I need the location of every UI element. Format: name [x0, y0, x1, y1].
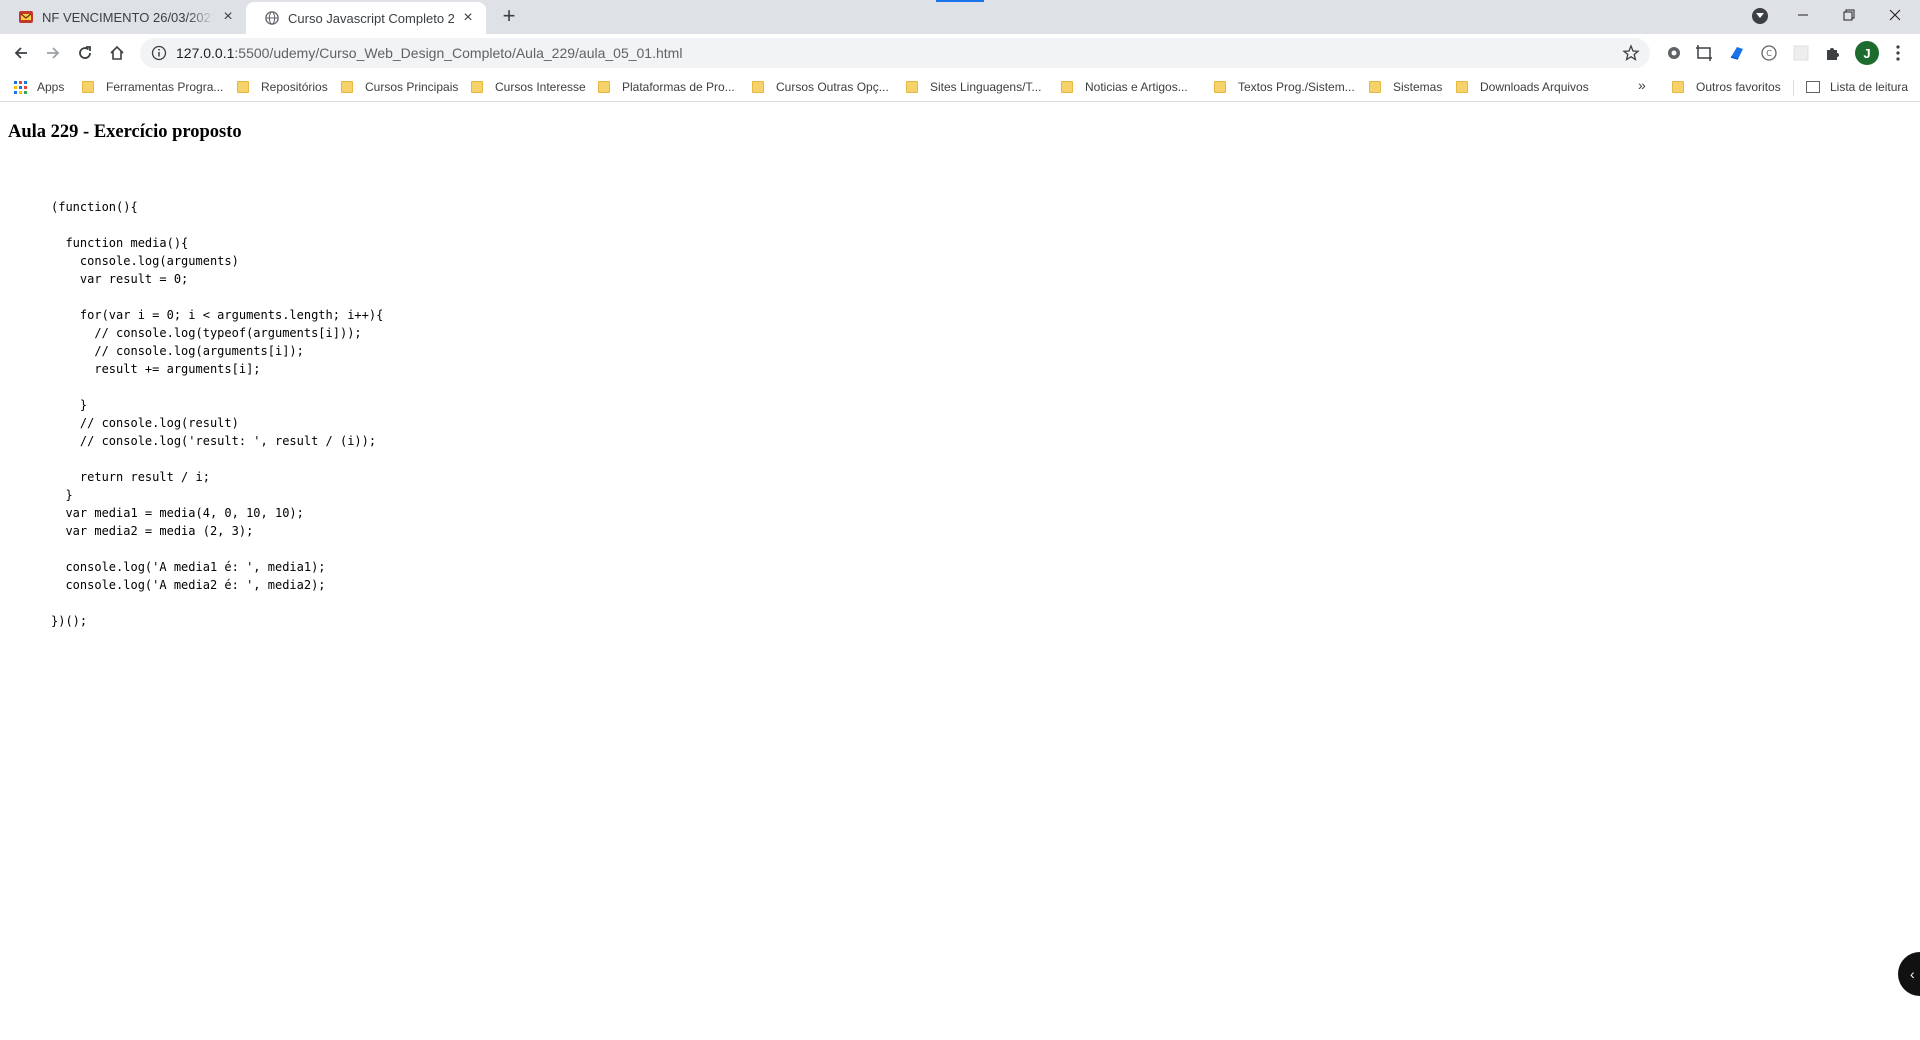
browser-toolbar: 127.0.0.1:5500/udemy/Curso_Web_Design_Co… — [0, 34, 1920, 72]
bookmark-folder[interactable]: Ferramentas Progra... — [82, 78, 223, 96]
tab-curso-javascript[interactable]: Curso Javascript Completo 2008 × — [246, 2, 486, 34]
bookmark-label: Cursos Interesse — [495, 80, 586, 94]
restore-button[interactable] — [1826, 0, 1872, 30]
bookmark-folder[interactable]: Sistemas — [1369, 78, 1442, 96]
bookmark-label: Plataformas de Pro... — [622, 80, 735, 94]
bookmark-folder[interactable]: Noticias e Artigos... — [1061, 78, 1188, 96]
screenshot-extension-icon[interactable] — [1694, 43, 1714, 63]
reload-button[interactable] — [73, 41, 97, 65]
bookmark-label: Noticias e Artigos... — [1085, 80, 1188, 94]
clock-extension-icon[interactable]: C — [1759, 43, 1779, 63]
close-window-button[interactable] — [1872, 0, 1918, 30]
bookmark-label: Sistemas — [1393, 80, 1443, 94]
bookmark-folder[interactable]: Plataformas de Pro... — [598, 78, 735, 96]
extension-gear-icon[interactable] — [1664, 43, 1684, 63]
menu-kebab-icon[interactable] — [1888, 43, 1908, 63]
folder-icon — [1369, 81, 1381, 93]
bookmark-label: Repositórios — [261, 80, 328, 94]
bookmark-label: Cursos Principais — [365, 80, 459, 94]
profile-avatar[interactable]: J — [1855, 41, 1879, 65]
bookmark-folder[interactable]: Repositórios — [237, 78, 328, 96]
code-block: (function(){ function media(){ console.l… — [51, 200, 384, 628]
tab-title: NF VENCIMENTO 26/03/2021 - jo — [42, 9, 214, 25]
tab-search-icon[interactable] — [1752, 8, 1768, 24]
apps-grid-icon — [14, 80, 27, 94]
reading-list-icon — [1806, 81, 1820, 93]
bookmark-label: Outros favoritos — [1696, 80, 1781, 94]
folder-icon — [1061, 81, 1073, 93]
address-bar[interactable]: 127.0.0.1:5500/udemy/Curso_Web_Design_Co… — [140, 38, 1650, 68]
new-tab-button[interactable]: + — [498, 5, 520, 28]
bookmarks-bar: Apps Ferramentas Progra... Repositórios … — [0, 72, 1920, 102]
bookmarks-separator — [1793, 80, 1794, 96]
bookmark-label: Downloads Arquivos — [1480, 80, 1589, 94]
reading-list-button[interactable]: Lista de leitura — [1806, 78, 1908, 96]
home-button[interactable] — [105, 41, 129, 65]
folder-icon — [1214, 81, 1226, 93]
floating-action-button[interactable]: ‹ — [1898, 952, 1920, 996]
bookmark-folder[interactable]: Cursos Principais — [341, 78, 458, 96]
folder-icon — [237, 81, 249, 93]
bookmark-other-favorites[interactable]: Outros favoritos — [1672, 78, 1781, 96]
page-title: Aula 229 - Exercício proposto — [8, 122, 242, 142]
bookmark-label: Sites Linguagens/T... — [930, 80, 1042, 94]
folder-icon — [752, 81, 764, 93]
bookmark-folder[interactable]: Downloads Arquivos — [1456, 78, 1589, 96]
bookmark-label: Textos Prog./Sistem... — [1238, 80, 1355, 94]
globe-icon — [264, 10, 280, 26]
extensions-puzzle-icon[interactable] — [1823, 43, 1843, 63]
folder-icon — [82, 81, 94, 93]
bookmark-folder[interactable]: Textos Prog./Sistem... — [1214, 78, 1355, 96]
bookmark-apps[interactable]: Apps — [14, 78, 64, 96]
site-info-icon[interactable] — [151, 45, 167, 61]
svg-text:C: C — [1766, 49, 1772, 58]
bookmark-folder[interactable]: Sites Linguagens/T... — [906, 78, 1041, 96]
bookmark-star-icon[interactable] — [1622, 44, 1640, 62]
minimize-button[interactable] — [1780, 0, 1826, 30]
bookmark-label: Cursos Outras Opç... — [776, 80, 889, 94]
url-host: 127.0.0.1 — [176, 45, 235, 61]
bookmarks-overflow-button[interactable]: » — [1638, 77, 1646, 93]
folder-icon — [598, 81, 610, 93]
folder-icon — [1456, 81, 1468, 93]
tab-strip: NF VENCIMENTO 26/03/2021 - jo × Curso Ja… — [0, 0, 1920, 34]
tab-nf-vencimento[interactable]: NF VENCIMENTO 26/03/2021 - jo × — [0, 0, 246, 34]
mail-favicon-icon — [18, 9, 34, 25]
bookmark-folder[interactable]: Cursos Interesse — [471, 78, 586, 96]
url-path: :5500/udemy/Curso_Web_Design_Completo/Au… — [234, 45, 683, 61]
blank-extension-icon[interactable] — [1791, 43, 1811, 63]
folder-icon — [1672, 81, 1684, 93]
bookmark-label: Ferramentas Progra... — [106, 80, 224, 94]
tab-title: Curso Javascript Completo 2008 — [288, 10, 454, 26]
bookmark-folder[interactable]: Cursos Outras Opç... — [752, 78, 889, 96]
bookmark-label: Apps — [37, 80, 65, 94]
folder-icon — [341, 81, 353, 93]
page-content: Aula 229 - Exercício proposto (function(… — [0, 102, 1920, 1040]
tab-close-icon[interactable]: × — [220, 9, 236, 25]
folder-icon — [471, 81, 483, 93]
forward-button[interactable] — [41, 41, 65, 65]
back-button[interactable] — [9, 41, 33, 65]
bookmark-label: Lista de leitura — [1830, 80, 1909, 94]
tab-close-icon[interactable]: × — [460, 10, 476, 26]
loading-bar — [936, 0, 984, 2]
translate-extension-icon[interactable] — [1727, 43, 1747, 63]
folder-icon — [906, 81, 918, 93]
